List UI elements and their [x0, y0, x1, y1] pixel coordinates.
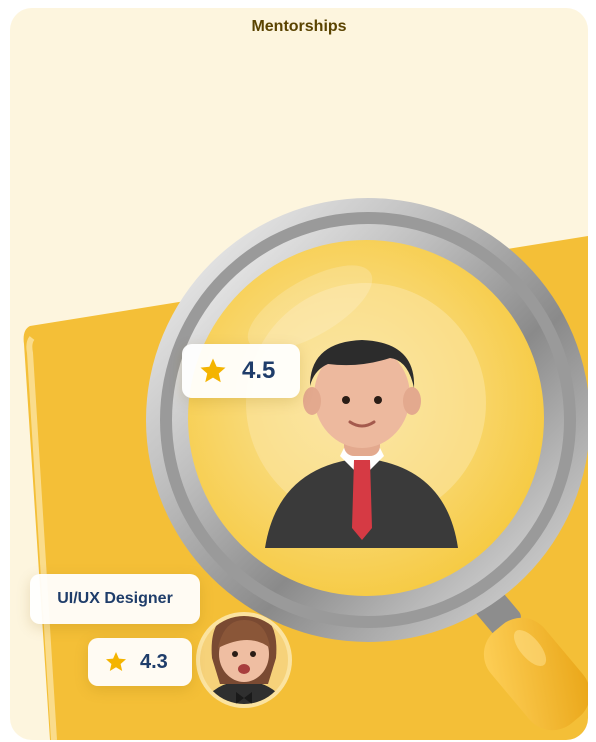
- role-label: UI/UX Designer: [57, 590, 173, 607]
- rating-badge-main: 4.5: [182, 344, 300, 398]
- star-icon: [106, 652, 126, 671]
- rating-badge-secondary: 4.3: [88, 638, 192, 686]
- rating-value: 4.5: [242, 357, 276, 384]
- star-icon: [200, 358, 226, 383]
- role-badge: UI/UX Designer: [30, 574, 200, 624]
- mentorships-card[interactable]: Mentorships 4.5 UI/UX Designer 4.3: [10, 8, 588, 740]
- rating-value: 4.3: [140, 650, 168, 673]
